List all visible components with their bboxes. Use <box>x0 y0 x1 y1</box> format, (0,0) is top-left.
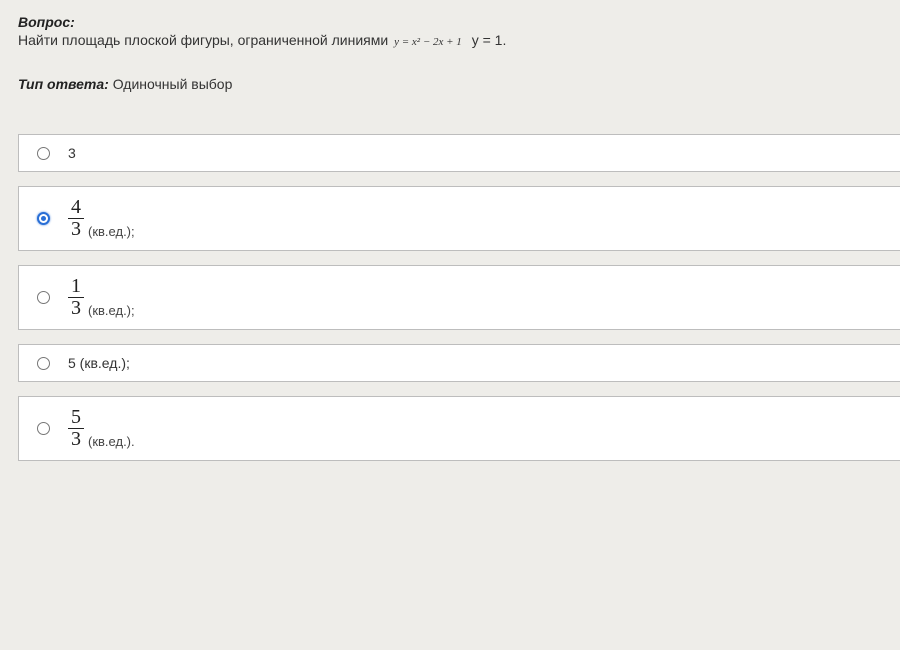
fraction: 1 3 <box>68 276 84 319</box>
options-list: 3 4 3 (кв.ед.); 1 3 (кв.ед.); <box>18 134 900 461</box>
option-unit: (кв.ед.); <box>88 303 135 319</box>
question-text: Найти площадь плоской фигуры, ограниченн… <box>18 32 900 48</box>
option-text: 3 <box>68 145 76 161</box>
option-row[interactable]: 3 <box>18 134 900 172</box>
fraction-numerator: 4 <box>68 197 84 218</box>
option-unit: (кв.ед.); <box>88 224 135 240</box>
radio-icon[interactable] <box>37 147 50 160</box>
answer-type-line: Тип ответа: Одиночный выбор <box>18 76 900 92</box>
option-content: 5 3 (кв.ед.). <box>68 407 135 450</box>
option-content: 3 <box>68 145 76 161</box>
fraction: 4 3 <box>68 197 84 240</box>
question-formula: y = x² − 2x + 1 <box>392 36 464 48</box>
option-unit: (кв.ед.). <box>88 434 135 450</box>
answer-type-value-text: Одиночный выбор <box>113 76 233 92</box>
fraction-denominator: 3 <box>68 428 84 450</box>
question-label: Вопрос: <box>18 14 900 30</box>
fraction-numerator: 1 <box>68 276 84 297</box>
fraction-denominator: 3 <box>68 297 84 319</box>
radio-icon[interactable] <box>37 291 50 304</box>
radio-icon[interactable] <box>37 212 50 225</box>
question-text-after: y = 1. <box>464 32 507 48</box>
fraction: 5 3 <box>68 407 84 450</box>
radio-icon[interactable] <box>37 357 50 370</box>
option-content: 4 3 (кв.ед.); <box>68 197 135 240</box>
option-content: 5 (кв.ед.); <box>68 355 130 371</box>
question-text-before: Найти площадь плоской фигуры, ограниченн… <box>18 32 392 48</box>
option-row[interactable]: 5 (кв.ед.); <box>18 344 900 382</box>
option-row[interactable]: 1 3 (кв.ед.); <box>18 265 900 330</box>
option-text: 5 (кв.ед.); <box>68 355 130 371</box>
option-content: 1 3 (кв.ед.); <box>68 276 135 319</box>
answer-type-label: Тип ответа: <box>18 76 109 92</box>
fraction-numerator: 5 <box>68 407 84 428</box>
fraction-denominator: 3 <box>68 218 84 240</box>
radio-icon[interactable] <box>37 422 50 435</box>
option-row[interactable]: 4 3 (кв.ед.); <box>18 186 900 251</box>
option-row[interactable]: 5 3 (кв.ед.). <box>18 396 900 461</box>
question-page: Вопрос: Найти площадь плоской фигуры, ог… <box>0 0 900 461</box>
